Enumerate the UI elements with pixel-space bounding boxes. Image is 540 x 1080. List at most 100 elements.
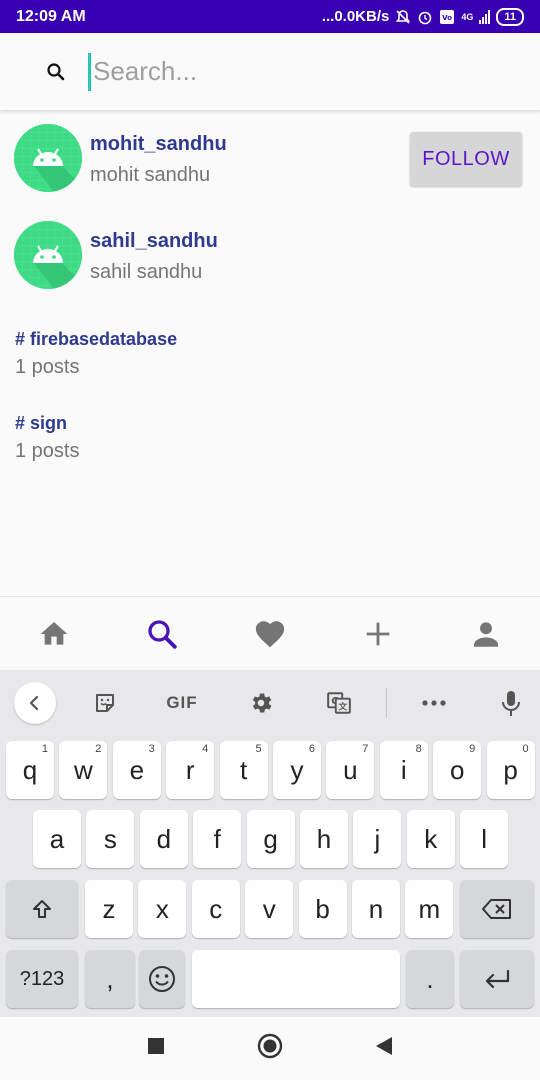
system-navigation-bar (0, 1017, 540, 1080)
key-h[interactable]: h (300, 810, 348, 868)
follow-button[interactable]: FOLLOW (410, 132, 522, 186)
nav-search[interactable] (132, 609, 192, 659)
svg-text:文: 文 (337, 701, 347, 713)
key-o[interactable]: 9o (433, 741, 482, 799)
period-key[interactable]: . (406, 950, 454, 1008)
alarm-icon (417, 9, 433, 25)
sticker-button[interactable] (88, 684, 122, 722)
symbols-key[interactable]: ?123 (6, 950, 78, 1008)
tag-name: # sign (15, 413, 68, 433)
network-speed: ...0.0KB/s (321, 8, 390, 25)
home-button[interactable] (257, 1033, 283, 1064)
key-a[interactable]: a (33, 810, 81, 868)
key-s[interactable]: s (86, 810, 135, 868)
key-g[interactable]: g (246, 810, 295, 868)
settings-button[interactable] (244, 684, 278, 722)
key-k[interactable]: k (406, 810, 455, 868)
translate-icon: G文 (327, 692, 351, 714)
nav-activity[interactable] (240, 609, 300, 659)
key-i[interactable]: 8i (379, 741, 428, 799)
status-icons: ...0.0KB/s Vo 4G 11 (321, 7, 524, 26)
key-label: e (129, 754, 145, 785)
key-d[interactable]: d (139, 810, 188, 868)
key-number-hint: 8 (415, 743, 422, 755)
emoji-key[interactable] (139, 950, 185, 1008)
key-number-hint: 2 (95, 743, 102, 755)
nav-profile[interactable] (456, 609, 516, 659)
status-bar: 12:09 AM ...0.0KB/s Vo 4G 11 (0, 0, 540, 33)
space-key[interactable] (192, 950, 400, 1008)
search-input[interactable] (88, 52, 508, 91)
key-n[interactable]: n (352, 880, 400, 938)
shift-arrow-icon (33, 900, 51, 918)
triangle-back-icon (376, 1037, 392, 1055)
tag-item-sign[interactable]: # sign 1 posts (15, 413, 415, 463)
user-row-mohit[interactable]: mohit_sandhu mohit sandhu FOLLOW (0, 124, 540, 214)
shift-key[interactable] (6, 880, 78, 938)
keyboard-collapse-button[interactable] (14, 682, 56, 724)
android-avatar-icon (14, 124, 82, 192)
search-icon (148, 619, 177, 649)
enter-key[interactable] (460, 950, 534, 1008)
user-row-sahil[interactable]: sahil_sandhu sahil sandhu (0, 221, 540, 311)
search-icon (44, 60, 68, 84)
key-x[interactable]: x (138, 880, 187, 938)
tag-post-count: 1 posts (15, 440, 80, 462)
voice-input-button[interactable] (496, 684, 526, 722)
mute-bell-icon (395, 9, 411, 25)
translate-button[interactable]: G文 (322, 684, 356, 722)
profile-icon (473, 621, 499, 647)
key-t[interactable]: 5t (219, 741, 268, 799)
nav-add-post[interactable] (348, 609, 408, 659)
key-label: q (22, 754, 38, 785)
key-v[interactable]: v (245, 880, 294, 938)
key-q[interactable]: 1q (6, 741, 54, 799)
key-y[interactable]: 6y (273, 741, 321, 799)
smiley-icon (149, 966, 175, 992)
key-f[interactable]: f (193, 810, 242, 868)
key-w[interactable]: 2w (59, 741, 108, 799)
key-number-hint: 0 (522, 743, 529, 755)
key-number-hint: 7 (362, 743, 369, 755)
recent-apps-button[interactable] (147, 1037, 165, 1060)
backspace-key[interactable] (460, 880, 534, 938)
key-z[interactable]: z (85, 880, 133, 938)
key-number-hint: 3 (148, 743, 155, 755)
tag-post-count: 1 posts (15, 356, 80, 378)
username: sahil_sandhu (90, 230, 218, 252)
gear-icon (252, 693, 272, 713)
key-j[interactable]: j (353, 810, 402, 868)
tag-item-firebasedatabase[interactable]: # firebasedatabase 1 posts (15, 329, 415, 379)
key-c[interactable]: c (191, 880, 240, 938)
comma-key[interactable]: , (85, 950, 135, 1008)
status-time: 12:09 AM (16, 7, 86, 25)
key-number-hint: 6 (308, 743, 315, 755)
username: mohit_sandhu (90, 133, 227, 155)
key-label: o (449, 754, 465, 785)
more-options-button[interactable] (416, 684, 452, 722)
toolbar-divider (386, 688, 387, 718)
network-type: 4G (461, 11, 474, 22)
key-r[interactable]: 4r (166, 741, 215, 799)
keyboard-toolbar: GIF G文 (0, 670, 540, 736)
sticker-icon (96, 694, 114, 712)
key-label: r (185, 754, 195, 785)
back-button[interactable] (375, 1036, 393, 1061)
key-l[interactable]: l (460, 810, 509, 868)
key-label: y (290, 754, 304, 785)
nav-home[interactable] (24, 609, 84, 659)
key-label: i (400, 754, 407, 785)
key-m[interactable]: m (405, 880, 454, 938)
key-u[interactable]: 7u (326, 741, 375, 799)
gif-button[interactable]: GIF (160, 684, 204, 722)
android-avatar-icon (14, 221, 82, 289)
key-label: t (239, 754, 248, 785)
volte-icon: Vo (439, 9, 455, 25)
key-b[interactable]: b (298, 880, 347, 938)
key-e[interactable]: 3e (112, 741, 161, 799)
more-horizontal-icon (422, 700, 446, 706)
enter-arrow-icon (485, 969, 510, 989)
key-p[interactable]: 0p (486, 741, 535, 799)
key-label: w (74, 754, 93, 785)
key-number-hint: 9 (469, 743, 476, 755)
